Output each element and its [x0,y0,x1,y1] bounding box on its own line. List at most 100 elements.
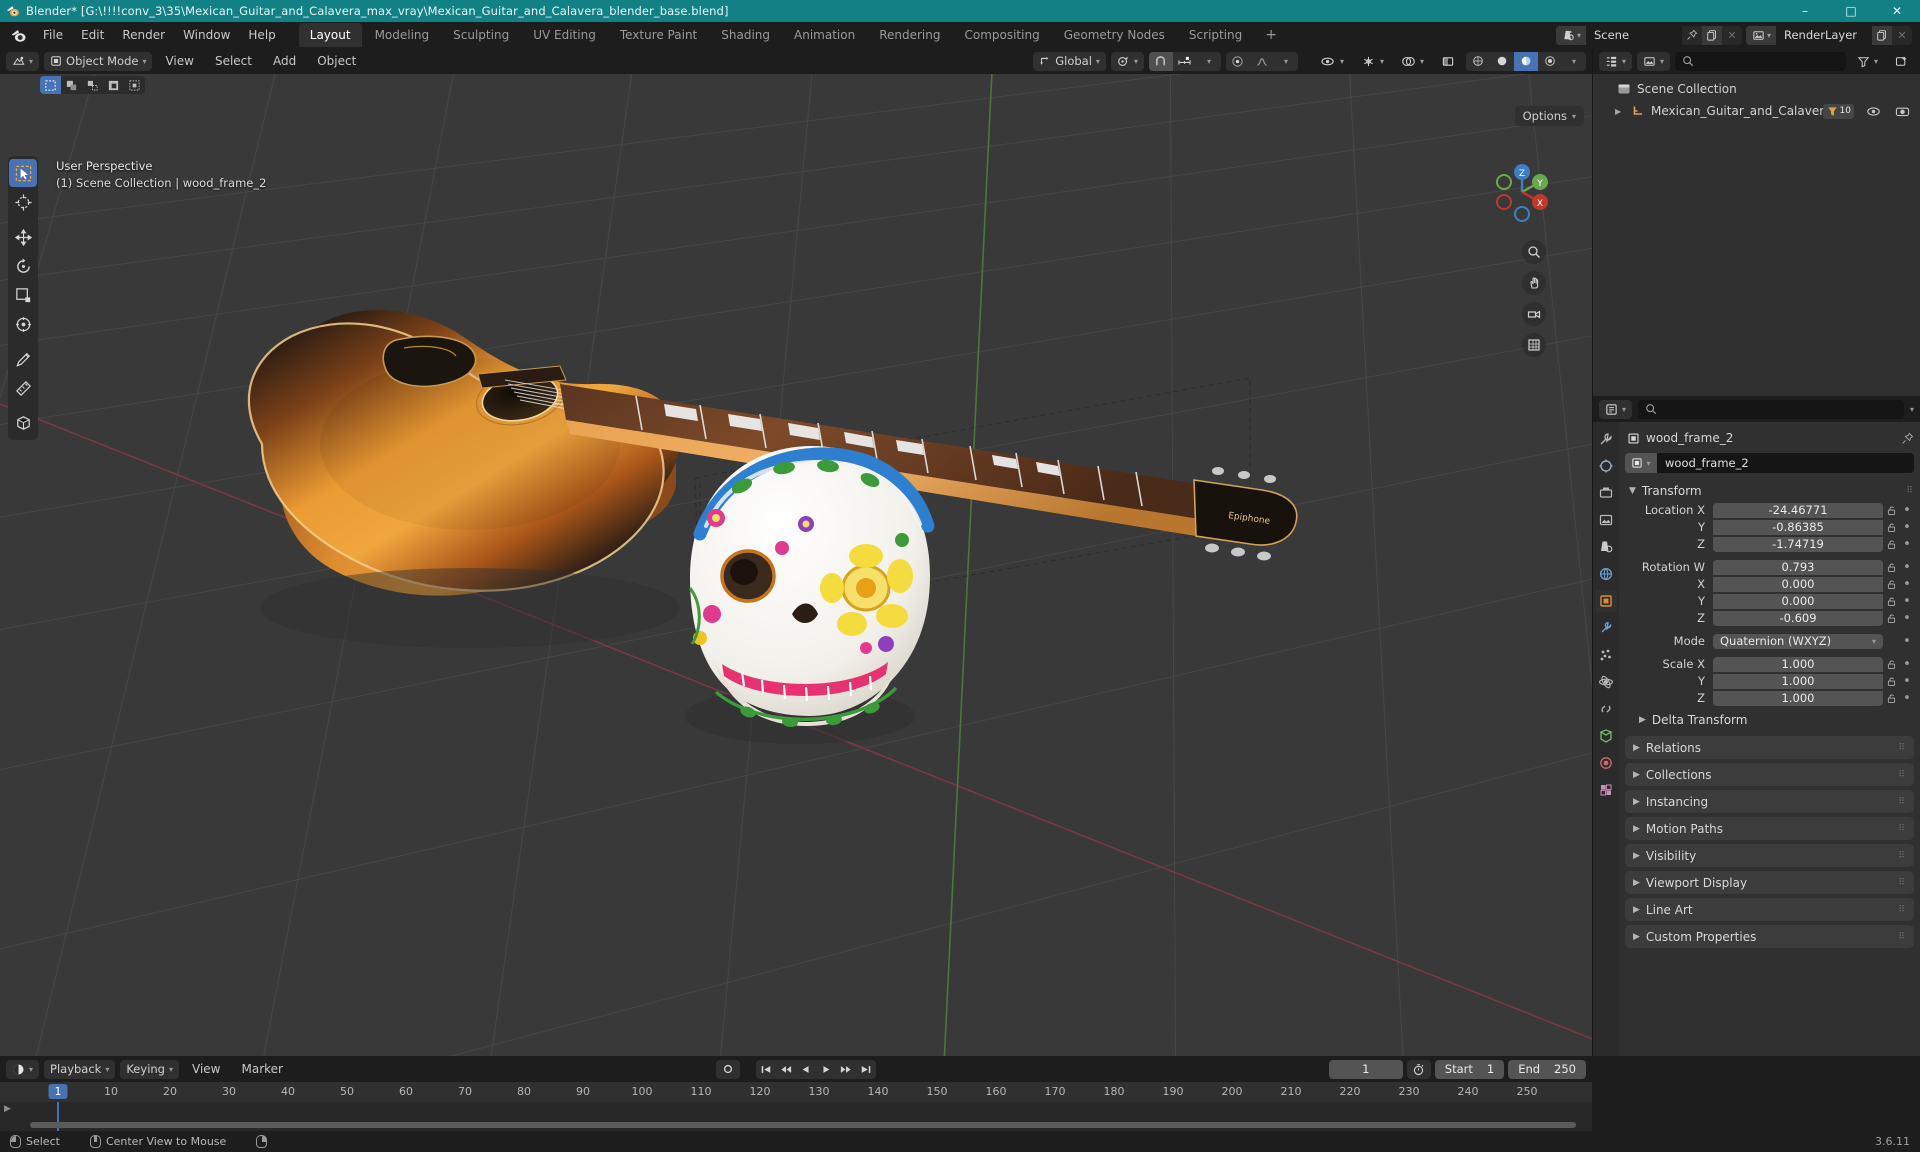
panel-instancing[interactable]: ▶ Instancing ⠿ [1625,790,1914,813]
location-z-value[interactable]: -1.74719 [1713,536,1883,552]
start-frame-value[interactable]: 1 [1487,1062,1494,1076]
tab-physics[interactable] [1595,671,1617,693]
jump-to-start-button[interactable] [756,1059,776,1079]
panel-line-art[interactable]: ▶ Line Art ⠿ [1625,898,1914,921]
menu-window[interactable]: Window [174,25,239,45]
outliner-search-input[interactable] [1675,51,1846,71]
location-y-value[interactable]: -0.86385 [1713,519,1883,535]
playback-menu[interactable]: Playback ▾ [44,1059,116,1079]
solid-shading-icon[interactable] [1490,52,1514,71]
animate-property-icon[interactable]: • [1900,634,1914,649]
snap-magnet-icon[interactable] [1148,51,1173,71]
falloff-chevron-icon[interactable]: ▾ [1274,52,1298,71]
new-viewlayer-icon[interactable] [1872,25,1892,45]
properties-search-input[interactable] [1638,399,1904,419]
tool-measure[interactable] [9,374,37,402]
unlink-scene-icon[interactable]: ✕ [1722,26,1742,45]
properties-options-chevron-icon[interactable]: ▾ [1910,405,1914,414]
tool-move[interactable] [9,223,37,251]
animate-property-icon[interactable]: • [1900,537,1914,552]
scale-y-value[interactable]: 1.000 [1713,673,1883,689]
eye-icon[interactable] [1866,105,1881,118]
tab-geometry-nodes[interactable]: Geometry Nodes [1053,23,1176,47]
timeline-horizontal-scrollbar[interactable] [30,1122,1576,1128]
pin-scene-icon[interactable] [1682,26,1702,45]
play-reverse-button[interactable] [796,1059,816,1079]
close-button[interactable]: ✕ [1874,0,1920,22]
use-preview-range-icon[interactable] [1406,1059,1431,1079]
rotation-mode-dropdown[interactable]: Quaternion (WXYZ) ▾ [1713,633,1883,649]
gizmo-toggle[interactable]: ▾ [1355,52,1390,71]
menu-help[interactable]: Help [239,25,284,45]
properties-editor-type-selector[interactable]: ▾ [1599,399,1633,419]
menu-render[interactable]: Render [113,25,174,45]
editor-type-selector[interactable]: ▾ [6,51,40,71]
lock-icon[interactable] [1883,539,1900,550]
scale-z-value[interactable]: 1.000 [1713,690,1883,706]
tool-transform[interactable] [9,310,37,338]
maximize-button[interactable]: □ [1828,0,1874,22]
timeline-menu-marker[interactable]: Marker [233,1060,290,1078]
overlays-toggle[interactable]: ▾ [1395,52,1430,71]
snapping-group[interactable]: ▾ [1148,51,1221,71]
remove-viewlayer-icon[interactable]: ✕ [1892,26,1912,45]
select-box-icon[interactable] [61,76,82,94]
tab-modifiers[interactable] [1595,617,1617,639]
navigation-gizmo[interactable]: Z Y X [1488,158,1556,226]
rotation-mode-row[interactable]: Mode Quaternion (WXYZ) ▾ • [1625,633,1914,649]
scale-z-row[interactable]: Z 1.000 • [1625,690,1914,706]
location-x-value[interactable]: -24.46771 [1713,502,1883,518]
animate-property-icon[interactable]: • [1900,503,1914,518]
pin-id-icon[interactable] [1901,432,1914,445]
shading-mode-group[interactable]: ▾ [1466,51,1586,71]
delta-transform-subpanel[interactable]: ▶ Delta Transform [1625,710,1914,730]
animate-property-icon[interactable]: • [1900,577,1914,592]
tool-scale[interactable] [9,281,37,309]
select-extend-icon[interactable] [82,76,103,94]
panel-motion-paths[interactable]: ▶ Motion Paths ⠿ [1625,817,1914,840]
viewport-menu-object[interactable]: Object [309,52,364,70]
tab-uv-editing[interactable]: UV Editing [522,23,607,47]
camera-render-icon[interactable] [1895,105,1910,118]
shading-chevron-icon[interactable]: ▾ [1562,52,1586,71]
camera-view-icon[interactable] [1522,302,1546,326]
viewport-menu-select[interactable]: Select [207,52,260,70]
scene-name[interactable]: Scene [1585,25,1682,45]
rotation-x-row[interactable]: X 0.000 • [1625,576,1914,592]
outliner-editor-type-selector[interactable]: ▾ [1599,51,1633,71]
tab-render[interactable] [1595,455,1617,477]
jump-to-end-button[interactable] [856,1059,876,1079]
location-x-row[interactable]: Location X -24.46771 • [1625,502,1914,518]
proportional-edit-group[interactable]: ▾ [1225,51,1298,71]
scene-selector[interactable]: ▾ Scene ✕ [1555,25,1742,45]
animate-property-icon[interactable]: • [1900,520,1914,535]
scale-x-value[interactable]: 1.000 [1713,656,1883,672]
tab-texture-paint[interactable]: Texture Paint [609,23,708,47]
end-frame-field[interactable]: End 250 [1508,1059,1586,1079]
end-frame-value[interactable]: 250 [1554,1062,1576,1076]
outliner-row-scene-collection[interactable]: Scene Collection [1593,78,1920,100]
material-preview-shading-icon[interactable] [1514,51,1538,71]
proportional-edit-icon[interactable] [1226,52,1250,71]
transform-panel-header[interactable]: ▼ Transform ⠿ [1625,480,1914,502]
tab-sculpting[interactable]: Sculpting [442,23,520,47]
rotation-z-value[interactable]: -0.609 [1713,610,1883,626]
tool-rotate[interactable] [9,252,37,280]
tab-material[interactable] [1595,752,1617,774]
animate-property-icon[interactable]: • [1900,674,1914,689]
animate-property-icon[interactable]: • [1900,611,1914,626]
tab-compositing[interactable]: Compositing [953,23,1050,47]
rendered-shading-icon[interactable] [1538,52,1562,71]
interaction-mode-selector[interactable]: Object Mode ▾ [44,51,153,71]
animate-property-icon[interactable]: • [1900,657,1914,672]
lock-icon[interactable] [1883,613,1900,624]
lock-icon[interactable] [1883,676,1900,687]
object-name-value[interactable]: wood_frame_2 [1657,453,1914,473]
tab-modeling[interactable]: Modeling [364,23,441,47]
animate-property-icon[interactable]: • [1900,594,1914,609]
tool-annotate[interactable] [9,345,37,373]
playhead[interactable]: 1 [48,1084,68,1099]
blender-menu-icon[interactable] [8,25,28,45]
tab-view-layer[interactable] [1595,509,1617,531]
lock-icon[interactable] [1883,579,1900,590]
